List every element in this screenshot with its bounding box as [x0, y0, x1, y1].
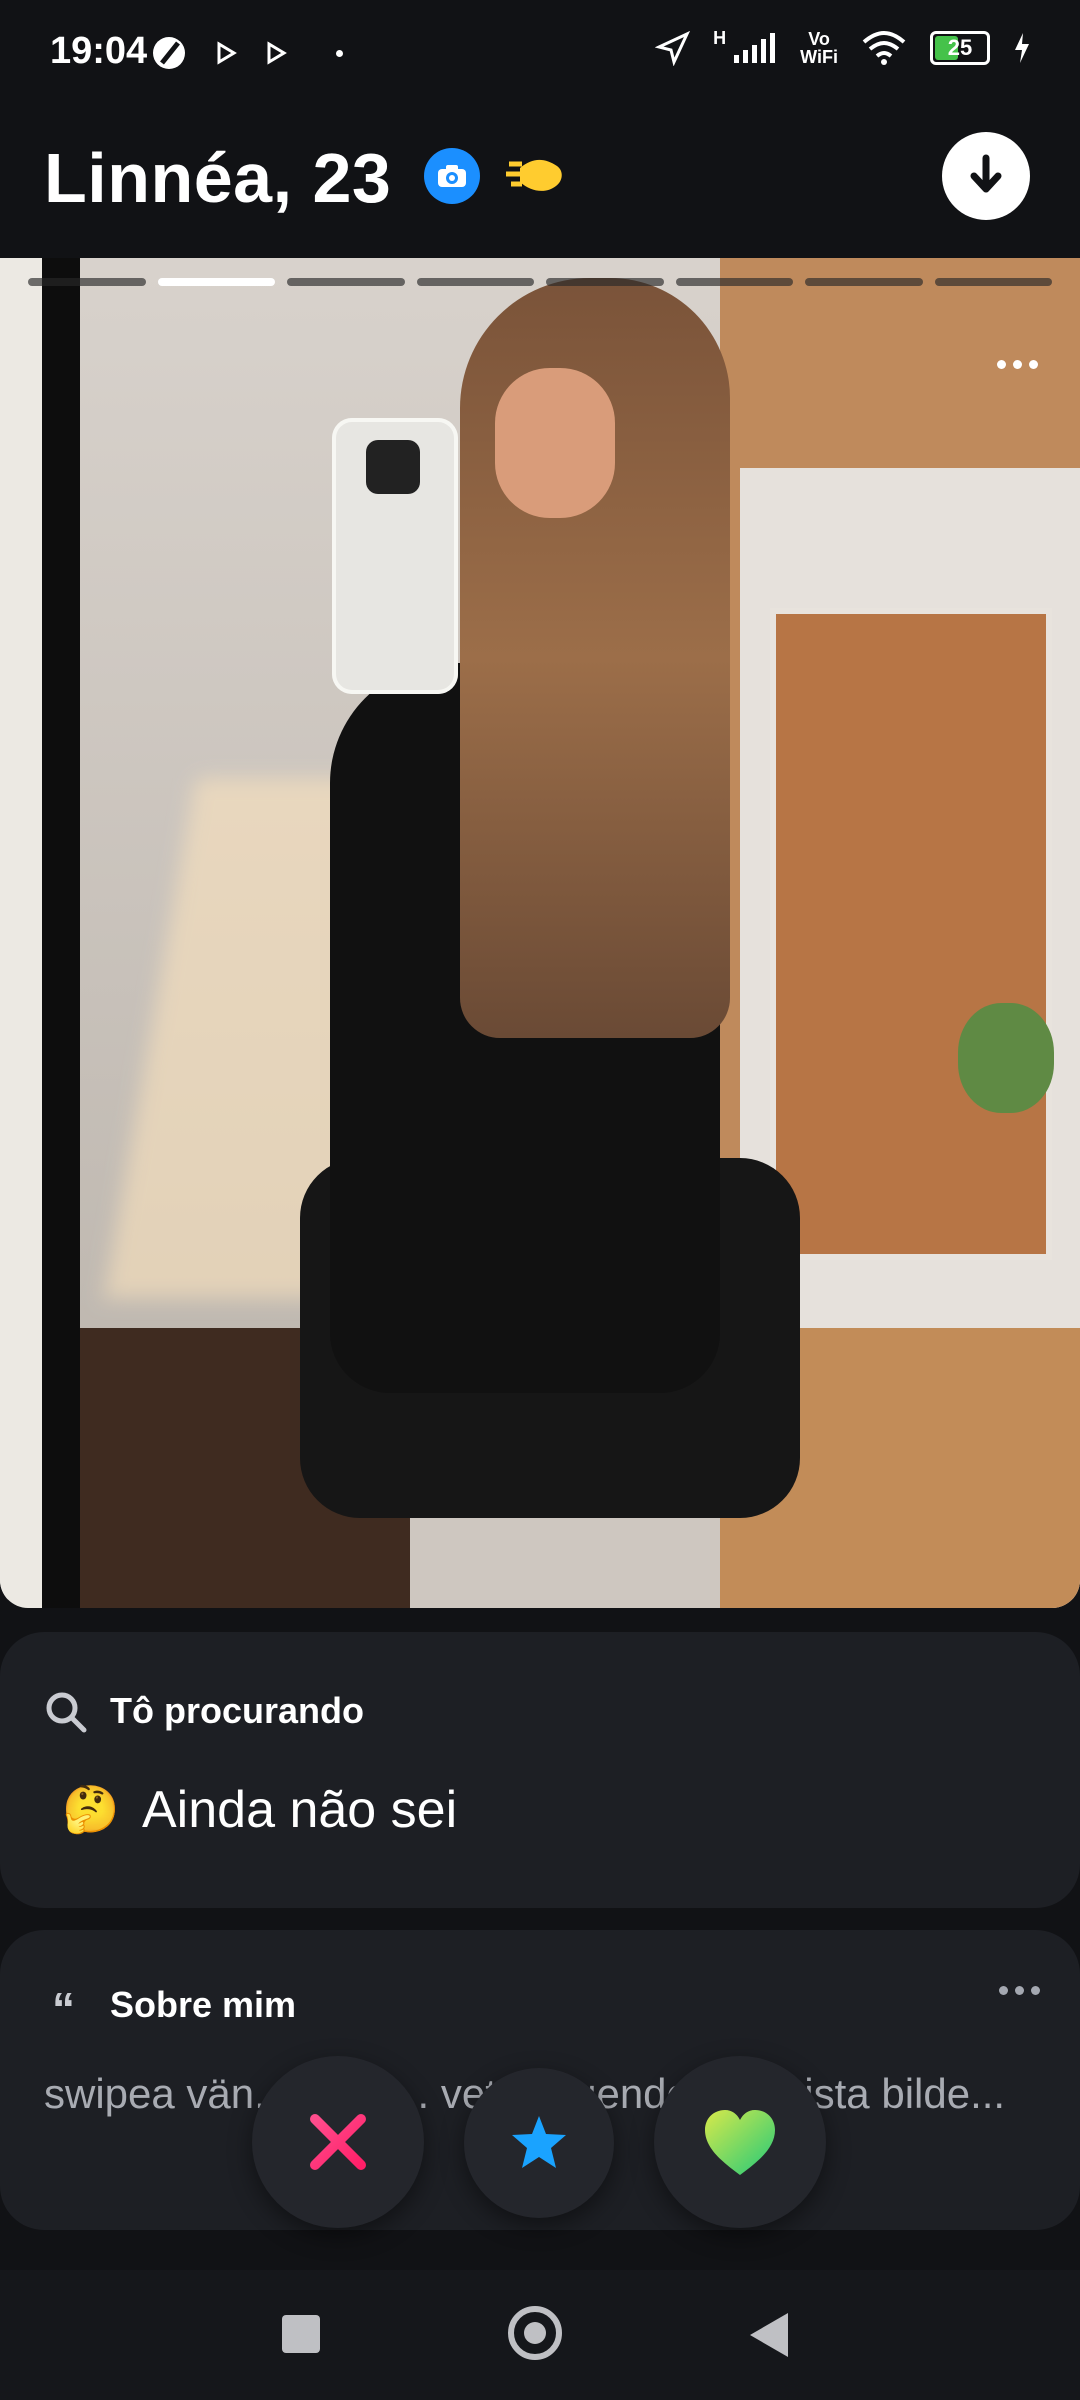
charging-icon — [1015, 33, 1029, 63]
vowifi-label-top: Vo — [808, 29, 830, 49]
location-arrow-icon — [655, 30, 691, 66]
more-dot — [1029, 360, 1038, 369]
profile-photo[interactable] — [0, 258, 1080, 1608]
more-dot — [1031, 1986, 1040, 1995]
dot-icon — [336, 49, 343, 57]
like-button[interactable] — [654, 2056, 826, 2228]
mirror-frame — [42, 258, 80, 1608]
signal-icon — [734, 33, 776, 63]
moon-icon — [153, 37, 185, 69]
photo-progress-segment[interactable] — [416, 278, 534, 286]
profile-name: Linnéa, 23 — [44, 139, 392, 217]
photo-progress — [28, 278, 1052, 286]
phone-camera — [366, 440, 420, 494]
photo-progress-segment[interactable] — [287, 278, 405, 286]
play-icon — [267, 41, 287, 65]
face — [495, 368, 615, 518]
photo-more-button[interactable] — [997, 360, 1038, 369]
thinking-face-icon: 🤔 — [62, 1783, 120, 1835]
vowifi-label: Vo WiFi — [800, 30, 838, 66]
wifi-icon — [862, 31, 906, 65]
more-dot — [1015, 1986, 1024, 1995]
more-dot — [1013, 360, 1022, 369]
status-right-icons: H Vo WiFi 25 — [655, 27, 1032, 66]
more-dot — [999, 1986, 1008, 1995]
battery-level: 25 — [947, 35, 973, 60]
battery-icon: 25 — [930, 31, 990, 65]
status-time: 19:04 — [50, 30, 148, 72]
super-like-button[interactable] — [464, 2068, 614, 2218]
phone — [332, 418, 458, 694]
network-label: H — [713, 27, 727, 48]
photo-progress-segment[interactable] — [28, 278, 146, 286]
photo-progress-segment[interactable] — [675, 278, 793, 286]
looking-for-value: Ainda não sei — [142, 1781, 458, 1839]
home-button[interactable] — [508, 2306, 562, 2360]
system-navigation-bar — [0, 2270, 1080, 2400]
vowifi-label-bottom: WiFi — [800, 47, 838, 67]
looking-for-card: Tô procurando 🤔 Ainda não sei — [0, 1632, 1080, 1908]
camera-icon — [424, 148, 480, 204]
status-left-icons — [150, 34, 343, 72]
nope-button[interactable] — [252, 2056, 424, 2228]
door — [770, 608, 1052, 1260]
download-button[interactable] — [942, 132, 1030, 220]
search-icon — [46, 1692, 87, 1733]
recent-apps-button[interactable] — [282, 2315, 320, 2353]
back-button[interactable] — [750, 2313, 788, 2357]
star-icon — [512, 2116, 566, 2168]
handshake-icon — [506, 159, 562, 191]
status-bar: 19:04 H Vo WiFi 25 — [0, 0, 1080, 108]
about-more-button[interactable] — [999, 1986, 1040, 1995]
play-icon — [217, 41, 237, 65]
quote-icon: “ — [52, 1983, 75, 2035]
photo-progress-segment[interactable] — [157, 278, 275, 286]
photo-progress-segment[interactable] — [934, 278, 1052, 286]
more-dot — [997, 360, 1006, 369]
about-title: Sobre mim — [110, 1984, 297, 2025]
download-icon — [970, 154, 1002, 193]
close-icon — [310, 2114, 366, 2170]
mirror-edge — [0, 258, 42, 1608]
photo-progress-segment[interactable] — [805, 278, 923, 286]
looking-for-title: Tô procurando — [110, 1690, 364, 1731]
profile-header: Linnéa, 23 — [0, 108, 1080, 258]
plant — [958, 1003, 1054, 1113]
heart-icon — [705, 2110, 775, 2175]
photo-progress-segment[interactable] — [546, 278, 664, 286]
